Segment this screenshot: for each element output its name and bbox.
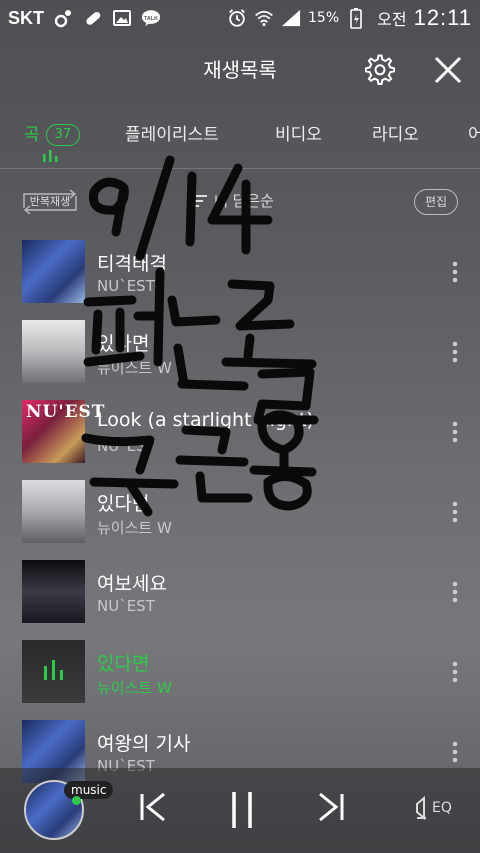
active-tab-equalizer-icon (43, 150, 58, 162)
tab-bar: 곡 37 플레이리스트 비디오 라디오 어 (0, 108, 480, 169)
song-row[interactable]: 여보세요 NU`EST (0, 560, 480, 640)
mini-player-tag: music (64, 781, 114, 799)
song-title: 여왕의 기사 (97, 733, 191, 755)
tab-videos[interactable]: 비디오 (275, 120, 322, 145)
gallery-icon (112, 8, 132, 28)
song-title: 있다면 (97, 493, 150, 515)
repeat-label: 반복재생 (29, 195, 71, 208)
now-playing-equalizer-icon (44, 660, 63, 680)
tab-playlists[interactable]: 플레이리스트 (125, 120, 219, 145)
mini-player: music EQ (0, 768, 480, 853)
close-icon (434, 56, 462, 84)
signal-icon (281, 8, 301, 28)
more-options-icon[interactable] (446, 580, 464, 604)
song-title: Look (a starlight night) (97, 409, 314, 431)
list-toolbar: 반복재생 내 담은순 편집 (0, 180, 480, 224)
album-art-logo: NU'EST (26, 402, 106, 422)
song-artist: NU`EST (97, 437, 155, 455)
album-art: NU'EST (22, 400, 104, 463)
song-title: 있다면 (97, 653, 150, 675)
more-options-icon[interactable] (446, 660, 464, 684)
more-options-icon[interactable] (446, 260, 464, 284)
song-row[interactable]: NU'EST Look (a starlight night) NU`EST (0, 400, 480, 480)
song-row[interactable]: 있다면 뉴이스트 W (0, 480, 480, 560)
song-artist: 뉴이스트 W (97, 519, 172, 537)
song-artist: NU`EST (97, 277, 155, 295)
song-row[interactable]: 티격태격 NU`EST (0, 240, 480, 320)
song-title: 여보세요 (97, 573, 167, 595)
clock-ampm: 오전 (377, 10, 407, 29)
song-count-badge: 37 (45, 124, 81, 146)
song-title: 있다면 (97, 333, 150, 355)
page-title: 재생목록 (203, 58, 277, 82)
music-note-icon (54, 8, 74, 28)
talk-bubble-icon: TALK (141, 8, 161, 28)
album-art (22, 240, 85, 303)
song-artist: NU`EST (97, 597, 155, 615)
next-track-icon[interactable] (316, 790, 346, 824)
repeat-toggle[interactable]: 반복재생 (22, 188, 78, 214)
more-options-icon[interactable] (446, 500, 464, 524)
carrier-label: SKT (8, 7, 44, 28)
system-icons: 15% 오전 12:11 (227, 0, 472, 36)
more-options-icon[interactable] (446, 420, 464, 444)
now-playing-overlay (22, 640, 85, 703)
clock-time: 12:11 (413, 5, 472, 30)
notification-icons: TALK (54, 8, 161, 28)
more-options-icon[interactable] (446, 340, 464, 364)
header: 재생목록 (0, 36, 480, 100)
status-bar: SKT TALK 15% 오전 12:11 (0, 0, 480, 36)
album-art (22, 320, 85, 383)
settings-button[interactable] (364, 54, 396, 86)
tab-songs[interactable]: 곡 37 (24, 120, 81, 146)
eq-label: EQ (432, 800, 452, 816)
more-options-icon[interactable] (446, 740, 464, 764)
alarm-icon (227, 8, 247, 28)
close-button[interactable] (432, 54, 464, 86)
previous-track-icon[interactable] (138, 790, 168, 824)
gear-icon (365, 54, 395, 85)
sort-label: 내 담은순 (214, 192, 274, 210)
sort-icon (191, 194, 207, 207)
battery-percent: 15% (308, 10, 340, 26)
sort-dropdown[interactable]: 내 담은순 (190, 190, 274, 211)
playing-indicator (72, 796, 81, 805)
song-artist: 뉴이스트 W (97, 359, 172, 377)
tab-songs-label: 곡 (24, 125, 40, 145)
pill-icon (83, 8, 103, 28)
pause-icon[interactable] (228, 790, 256, 830)
tab-radio[interactable]: 라디오 (372, 120, 419, 145)
song-artist: 뉴이스트 W (97, 679, 172, 697)
album-art (22, 480, 85, 543)
edit-button[interactable]: 편집 (414, 189, 458, 215)
album-art (22, 560, 85, 623)
wifi-icon (254, 8, 274, 28)
song-row[interactable]: 있다면 뉴이스트 W (0, 320, 480, 400)
tab-more[interactable]: 어 (468, 120, 480, 145)
song-title: 티격태격 (97, 253, 167, 275)
svg-text:TALK: TALK (144, 16, 158, 22)
song-row-now-playing[interactable]: 있다면 뉴이스트 W (0, 640, 480, 720)
battery-icon (346, 8, 366, 29)
